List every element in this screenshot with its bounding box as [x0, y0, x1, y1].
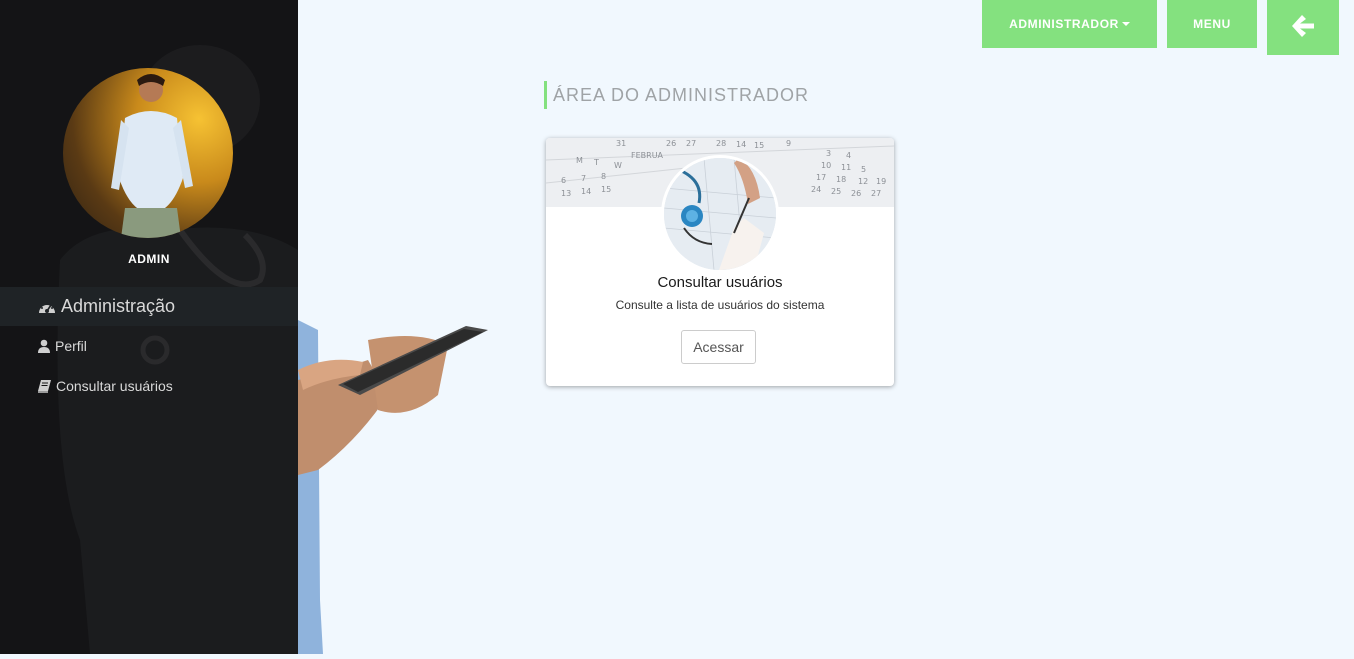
sidebar: ADMIN Administração Perfil Consultar usu… — [0, 0, 298, 654]
book-icon — [38, 379, 51, 393]
administrador-dropdown-button[interactable]: ADMINISTRADOR — [982, 0, 1157, 48]
svg-text:9: 9 — [786, 139, 791, 148]
svg-text:19: 19 — [876, 177, 886, 186]
menu-label: MENU — [1193, 17, 1231, 31]
user-icon — [38, 339, 50, 353]
caret-down-icon — [1121, 22, 1130, 26]
sidebar-item-administracao[interactable]: Administração — [0, 287, 298, 326]
svg-text:14: 14 — [736, 140, 746, 149]
card-description: Consulte a lista de usuários do sistema — [615, 298, 825, 312]
svg-text:6: 6 — [561, 176, 566, 185]
svg-text:12: 12 — [858, 177, 868, 186]
sidebar-item-label: Consultar usuários — [56, 378, 173, 394]
back-button[interactable] — [1267, 0, 1339, 55]
stethoscope-image — [661, 155, 779, 273]
sidebar-item-label: Perfil — [55, 338, 87, 354]
svg-text:26: 26 — [666, 139, 676, 148]
svg-text:4: 4 — [846, 151, 851, 160]
consultar-usuarios-card: M T W FEBRUA 6 7 8 13 14 15 31 26 27 28 14 15 3 4 1… — [546, 138, 894, 386]
svg-text:T: T — [593, 158, 599, 167]
svg-text:15: 15 — [754, 141, 764, 150]
svg-text:28: 28 — [716, 139, 726, 148]
svg-text:24: 24 — [811, 185, 821, 194]
svg-text:31: 31 — [616, 139, 626, 148]
svg-text:13: 13 — [561, 189, 571, 198]
svg-text:15: 15 — [601, 185, 611, 194]
svg-text:10: 10 — [821, 161, 831, 170]
svg-text:26: 26 — [851, 189, 861, 198]
dashboard-icon — [38, 299, 56, 315]
svg-text:5: 5 — [861, 165, 866, 174]
svg-text:FEBRUA: FEBRUA — [631, 151, 664, 160]
sidebar-item-label: Administração — [61, 296, 176, 316]
user-avatar[interactable] — [63, 68, 233, 238]
page-title: ÁREA DO ADMINISTRADOR — [544, 81, 809, 109]
svg-text:3: 3 — [826, 149, 831, 158]
svg-text:W: W — [614, 161, 622, 170]
sidebar-nav: Administração Perfil Consultar usuários — [0, 287, 298, 406]
acessar-button[interactable]: Acessar — [681, 330, 756, 364]
user-name: ADMIN — [128, 252, 170, 266]
svg-text:27: 27 — [871, 189, 881, 198]
administrador-label: ADMINISTRADOR — [1009, 17, 1119, 31]
svg-text:M: M — [576, 156, 583, 165]
svg-text:18: 18 — [836, 175, 846, 184]
menu-button[interactable]: MENU — [1167, 0, 1257, 48]
arrow-left-icon — [1290, 14, 1316, 41]
sidebar-item-consultar-usuarios[interactable]: Consultar usuários — [0, 366, 298, 406]
svg-text:7: 7 — [581, 174, 586, 183]
svg-text:17: 17 — [816, 173, 826, 182]
sidebar-item-perfil[interactable]: Perfil — [0, 326, 298, 366]
svg-text:11: 11 — [841, 163, 851, 172]
card-title: Consultar usuários — [657, 274, 783, 291]
svg-text:27: 27 — [686, 139, 696, 148]
doctor-illustration — [298, 0, 498, 654]
svg-text:8: 8 — [601, 172, 606, 181]
svg-text:14: 14 — [581, 187, 591, 196]
svg-text:25: 25 — [831, 187, 841, 196]
